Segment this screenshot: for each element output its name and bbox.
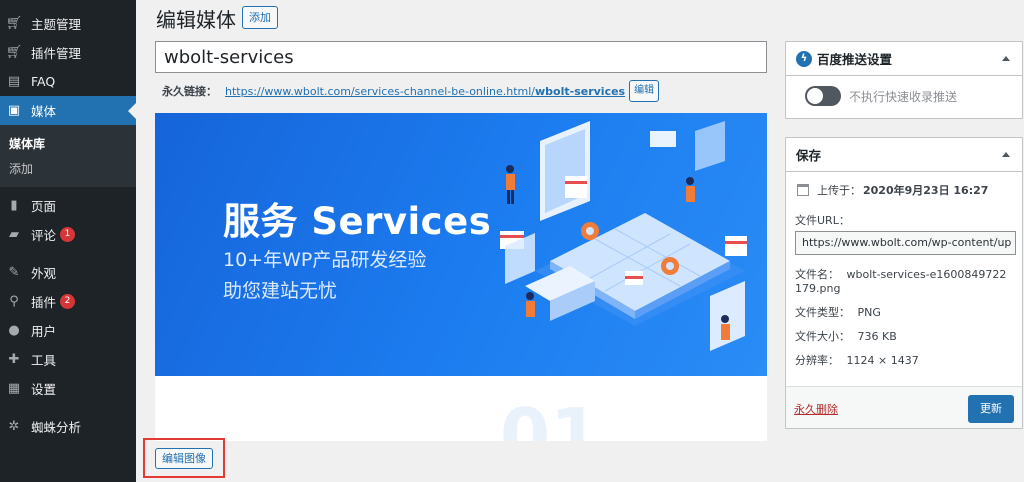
cart-icon: 🛒︎ [5,45,23,60]
permalink-edit-button[interactable]: 编辑 [629,80,660,102]
plugin-update-badge: 2 [60,294,76,309]
sidebar-item-label: 外观 [31,266,57,281]
save-panel-footer: 永久删除 更新 [786,386,1022,428]
comment-icon: ▰ [9,227,19,242]
submenu-item-add[interactable]: 添加 [0,156,136,181]
cart-icon: 🛒︎ [5,16,23,31]
sidebar-item-media[interactable]: ▣ 媒体 [0,96,136,125]
comment-count-badge: 1 [60,227,76,242]
edit-image-button[interactable]: 编辑图像 [155,448,213,469]
banner-subtitle-2: 助您建站无忧 [223,280,338,302]
sidebar-item-label: 主题管理 [31,17,82,32]
image-watermark-number: 01 [500,393,601,441]
file-size-value: 736 KB [857,330,897,343]
plugin-icon: ⚲ [9,294,19,309]
delete-permanently-link[interactable]: 永久删除 [794,401,838,417]
sidebar-item-appearance[interactable]: ✎ 外观 [0,258,136,287]
permalink-link[interactable]: https://www.wbolt.com/services-channel-b… [225,85,625,98]
isometric-illustration [500,121,747,351]
sidebar-item-users[interactable]: ● 用户 [0,316,136,345]
banner-subtitle-1: 10+年WP产品研发经验 [223,249,427,271]
sidebar-item-comments[interactable]: ▰ 评论 1 [0,220,136,249]
permalink-slug: wbolt-services [535,84,626,98]
uploaded-label: 上传于： [817,184,861,197]
sidebar-item-label: 蜘蛛分析 [31,420,82,435]
sidebar-item-label: 插件管理 [31,46,82,61]
save-panel: 保存 上传于： 2020年9月23日 16:27 文件URL： https://… [785,137,1023,429]
file-size-label: 文件大小： [795,330,850,343]
file-type-label: 文件类型： [795,306,850,319]
sidebar-item-label: 工具 [31,353,57,368]
sidebar-item-label: FAQ [31,74,56,89]
wrench-icon: ✚ [8,352,20,367]
page-icon: ▮ [10,198,18,213]
collapse-arrow-icon[interactable] [1002,152,1010,157]
permalink-label: 永久链接： [162,85,217,98]
media-submenu: 媒体库 添加 [0,125,136,187]
submenu-item-media-library[interactable]: 媒体库 [0,131,136,156]
sidebar-item-theme-manage[interactable]: 🛒︎ 主题管理 [0,9,136,38]
page-title: 编辑媒体 [156,8,236,32]
sidebar-item-settings[interactable]: ▦ 设置 [0,374,136,403]
file-type-row: 文件类型： PNG [795,306,1013,320]
fast-index-toggle[interactable] [805,86,841,106]
settings-icon: ▦ [7,381,21,396]
banner-title: 服务 Services [223,200,492,243]
baidu-panel-header[interactable]: ϟ 百度推送设置 [786,42,1022,76]
faq-icon: ▤ [7,74,21,89]
permalink-row: 永久链接： https://www.wbolt.com/services-cha… [162,80,660,102]
baidu-toggle-row: 不执行快速收录推送 [786,76,1022,106]
permalink-base: https://www.wbolt.com/services-channel-b… [225,84,536,98]
calendar-icon [797,184,809,196]
add-media-button[interactable]: 添加 [242,6,278,29]
sidebar-item-label: 插件 [31,295,57,310]
sidebar-item-faq[interactable]: ▤ FAQ [0,67,136,96]
save-panel-body: 上传于： 2020年9月23日 16:27 文件URL： https://www… [786,172,1022,368]
sidebar-item-label: 页面 [31,199,57,214]
resolution-label: 分辨率： [795,354,839,367]
resolution-row: 分辨率： 1124 × 1437 [795,354,1013,368]
sidebar-item-tools[interactable]: ✚ 工具 [0,345,136,374]
uploaded-row: 上传于： 2020年9月23日 16:27 [795,182,1013,198]
resolution-value: 1124 × 1437 [846,354,919,367]
brush-icon: ✎ [8,265,20,280]
sidebar-item-pages[interactable]: ▮ 页面 [0,191,136,220]
save-panel-title: 保存 [796,148,822,163]
baidu-push-panel: ϟ 百度推送设置 不执行快速收录推送 [785,41,1023,119]
sidebar-item-label: 媒体 [31,104,57,119]
file-name-row: 文件名： wbolt-services-e1600849722179.png [795,268,1013,296]
media-image-preview: 服务 Services 10+年WP产品研发经验 助您建站无忧 01 [155,113,767,441]
collapse-arrow-icon[interactable] [1002,56,1010,61]
media-icon: ▣ [7,103,21,118]
baidu-panel-title: 百度推送设置 [817,52,893,67]
admin-sidebar: 🛒︎ 主题管理 🛒︎ 插件管理 ▤ FAQ ▣ 媒体 媒体库 添加 ▮ 页面 ▰… [0,0,136,482]
bolt-icon: ϟ [796,50,812,67]
file-name-label: 文件名： [795,268,839,281]
services-banner-image: 服务 Services 10+年WP产品研发经验 助您建站无忧 [155,113,767,376]
toggle-label: 不执行快速收录推送 [849,89,958,104]
file-url-label: 文件URL： [795,214,850,227]
sidebar-item-spider-analysis[interactable]: ✲ 蜘蛛分析 [0,412,136,441]
file-url-field[interactable]: https://www.wbolt.com/wp-content/up [795,231,1016,255]
edit-image-highlight-box: 编辑图像 [143,438,225,478]
sidebar-item-label: 评论 [31,228,57,243]
sidebar-item-plugin-manage[interactable]: 🛒︎ 插件管理 [0,38,136,67]
uploaded-date: 2020年9月23日 16:27 [863,184,989,197]
user-icon: ● [8,323,20,338]
sidebar-item-plugins[interactable]: ⚲ 插件 2 [0,287,136,316]
sidebar-item-label: 设置 [31,382,57,397]
update-button[interactable]: 更新 [968,395,1014,423]
save-panel-header[interactable]: 保存 [786,138,1022,172]
sidebar-item-label: 用户 [31,324,57,339]
file-size-row: 文件大小： 736 KB [795,330,1013,344]
file-type-value: PNG [857,306,881,319]
spider-icon: ✲ [8,419,20,434]
title-input[interactable] [155,41,767,73]
